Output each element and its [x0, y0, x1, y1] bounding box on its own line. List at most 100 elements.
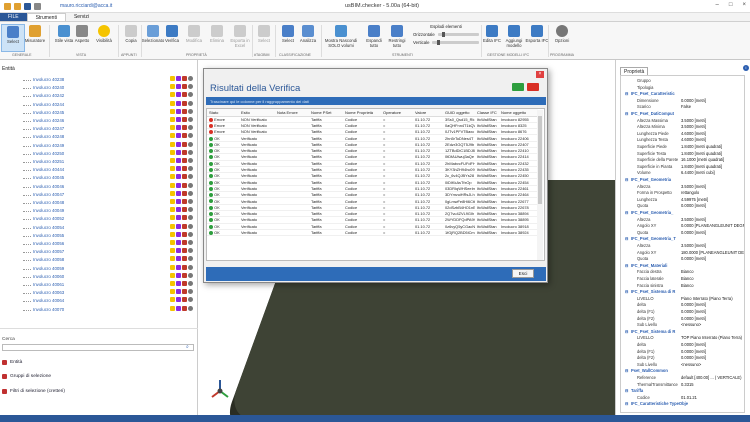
- property-group[interactable]: ⊟ IFC_Pset_Geometria_: [621, 210, 744, 216]
- tree-item[interactable]: Involucro 40063: [23, 289, 193, 296]
- collapse-icon[interactable]: ⊟: [625, 177, 628, 182]
- esporta-excel-button[interactable]: Esporta in Excel: [228, 24, 252, 52]
- color-icon[interactable]: [188, 158, 193, 163]
- visibility-bulb-icon[interactable]: [170, 141, 175, 147]
- visibility-bulb-icon[interactable]: [170, 133, 175, 139]
- tree-item[interactable]: Involucro 40250: [23, 149, 193, 157]
- menu-strumenti[interactable]: Strumenti: [26, 13, 66, 21]
- visibility-bulb-icon[interactable]: [170, 182, 175, 188]
- visibility-bulb-icon[interactable]: [170, 108, 175, 114]
- collapse-icon[interactable]: ⊟: [625, 401, 628, 406]
- search-input[interactable]: [2, 344, 194, 351]
- search-icon[interactable]: ⌕: [186, 344, 193, 351]
- tag-icon[interactable]: [182, 141, 187, 147]
- visibility-bulb-icon[interactable]: [170, 248, 175, 254]
- tag-icon[interactable]: [182, 174, 187, 180]
- tag-icon[interactable]: [182, 92, 187, 98]
- edita-ifc-button[interactable]: Edita IFC: [480, 24, 504, 52]
- tag-icon[interactable]: [182, 117, 187, 122]
- tag-icon[interactable]: [182, 231, 187, 237]
- tag-icon[interactable]: [182, 305, 187, 311]
- collapse-icon[interactable]: ⊟: [625, 388, 628, 393]
- color-icon[interactable]: [188, 248, 193, 254]
- visibility-bulb-icon[interactable]: [170, 166, 175, 172]
- color-icon[interactable]: [188, 256, 193, 262]
- section-filtri-selezione[interactable]: Filtri di selezione (cretteri): [2, 389, 65, 394]
- info-icon[interactable]: i: [743, 65, 749, 71]
- section-entita[interactable]: Entità: [2, 360, 22, 365]
- property-group[interactable]: ⊟ Pset_WallCommon: [621, 368, 744, 374]
- visibility-bulb-icon[interactable]: [170, 264, 175, 270]
- tag-icon[interactable]: [182, 166, 187, 172]
- collapse-icon[interactable]: ⊟: [625, 91, 628, 96]
- color-icon[interactable]: [188, 92, 193, 98]
- color-icon[interactable]: [188, 108, 193, 114]
- visibility-bulb-icon[interactable]: [170, 76, 175, 81]
- grid-scrollbar[interactable]: [537, 110, 543, 260]
- column-header[interactable]: Operatore: [381, 109, 413, 117]
- aggiungi-modello-button[interactable]: Aggiungi modello: [502, 24, 526, 52]
- visibility-bulb-icon[interactable]: [170, 190, 175, 196]
- color-icon[interactable]: [188, 231, 193, 237]
- tree-item[interactable]: Involucro 40249: [23, 141, 193, 149]
- tag-icon[interactable]: [182, 182, 187, 188]
- misuratore-button[interactable]: Misuratore: [23, 24, 47, 52]
- column-header[interactable]: Nome Proprietà: [343, 109, 381, 117]
- tree-item[interactable]: Involucro 40251: [23, 158, 193, 165]
- visibility-bulb-icon[interactable]: [170, 305, 175, 311]
- color-icon[interactable]: [188, 166, 193, 172]
- tree-item[interactable]: Involucro 40240: [23, 84, 193, 91]
- tag-icon[interactable]: [182, 215, 187, 221]
- close-window-button[interactable]: ×: [742, 2, 746, 8]
- column-header[interactable]: Nome PSet: [309, 109, 343, 117]
- verticale-slider[interactable]: [432, 40, 479, 45]
- visibilita-button[interactable]: Visibilità: [92, 24, 116, 52]
- espandi-tutto-button[interactable]: Espandi tutto: [362, 24, 386, 52]
- tag-icon[interactable]: [182, 297, 187, 303]
- visibility-bulb-icon[interactable]: [170, 100, 175, 106]
- property-group[interactable]: ⊟ IFC_Pset_Materiali: [621, 263, 744, 269]
- tag-icon[interactable]: [182, 84, 187, 90]
- color-icon[interactable]: [188, 182, 193, 188]
- color-icon[interactable]: [188, 149, 193, 155]
- column-header[interactable]: Nota Errore: [275, 109, 309, 117]
- tree-item[interactable]: Involucro 40248: [23, 133, 193, 140]
- tree-item[interactable]: Involucro 40058: [23, 256, 193, 263]
- tree-item[interactable]: Involucro 40070: [23, 305, 193, 313]
- visibility-bulb-icon[interactable]: [170, 199, 175, 204]
- color-icon[interactable]: [188, 272, 193, 278]
- tree-item[interactable]: Involucro 40057: [23, 248, 193, 255]
- color-icon[interactable]: [188, 223, 193, 229]
- tree-item[interactable]: Involucro 40049: [23, 207, 193, 214]
- tree-item[interactable]: Involucro 40238: [23, 76, 193, 83]
- tag-icon[interactable]: [182, 190, 187, 196]
- property-group[interactable]: ⊟ IFC_Pset_DatiComput: [621, 111, 744, 117]
- tree-item[interactable]: Involucro 40064: [23, 297, 193, 304]
- esporta-ifc-button[interactable]: Esporta IFC: [525, 24, 549, 52]
- column-header[interactable]: Esito: [239, 109, 275, 117]
- tag-icon[interactable]: [182, 133, 187, 139]
- menu-file[interactable]: FILE: [0, 13, 27, 21]
- property-group[interactable]: ⊟ IFC_Pset_Caratteristic: [621, 91, 744, 97]
- aspetto-button[interactable]: Aspetto: [70, 24, 94, 52]
- tree-item[interactable]: Involucro 40060: [23, 272, 193, 280]
- section-gruppi-selezione[interactable]: Gruppi di selezione: [2, 374, 51, 379]
- tree-item[interactable]: Involucro 40048: [23, 199, 193, 206]
- maximize-button[interactable]: □: [729, 2, 733, 8]
- visibility-bulb-icon[interactable]: [170, 297, 175, 303]
- visibility-bulb-icon[interactable]: [170, 240, 175, 245]
- column-header[interactable]: Classe IFC: [475, 109, 499, 117]
- analizza-button[interactable]: Analizza: [296, 24, 320, 52]
- visibility-bulb-icon[interactable]: [170, 174, 175, 180]
- visibility-bulb-icon[interactable]: [170, 215, 175, 221]
- collapse-icon[interactable]: ⊟: [625, 289, 628, 294]
- tree-item[interactable]: Involucro 40056: [23, 240, 193, 247]
- orizzontale-slider[interactable]: [437, 32, 479, 37]
- user-account[interactable]: mauro.ricciardi@acca.it: [60, 3, 112, 9]
- tree-item[interactable]: Involucro 40047: [23, 190, 193, 198]
- color-icon[interactable]: [188, 215, 193, 221]
- tag-icon[interactable]: [182, 149, 187, 155]
- color-icon[interactable]: [188, 76, 193, 81]
- table-row[interactable]: OK Verificato Tariffa Codice = 01.10.72 1fGjRQ…: [207, 229, 538, 237]
- tag-icon[interactable]: [182, 199, 187, 204]
